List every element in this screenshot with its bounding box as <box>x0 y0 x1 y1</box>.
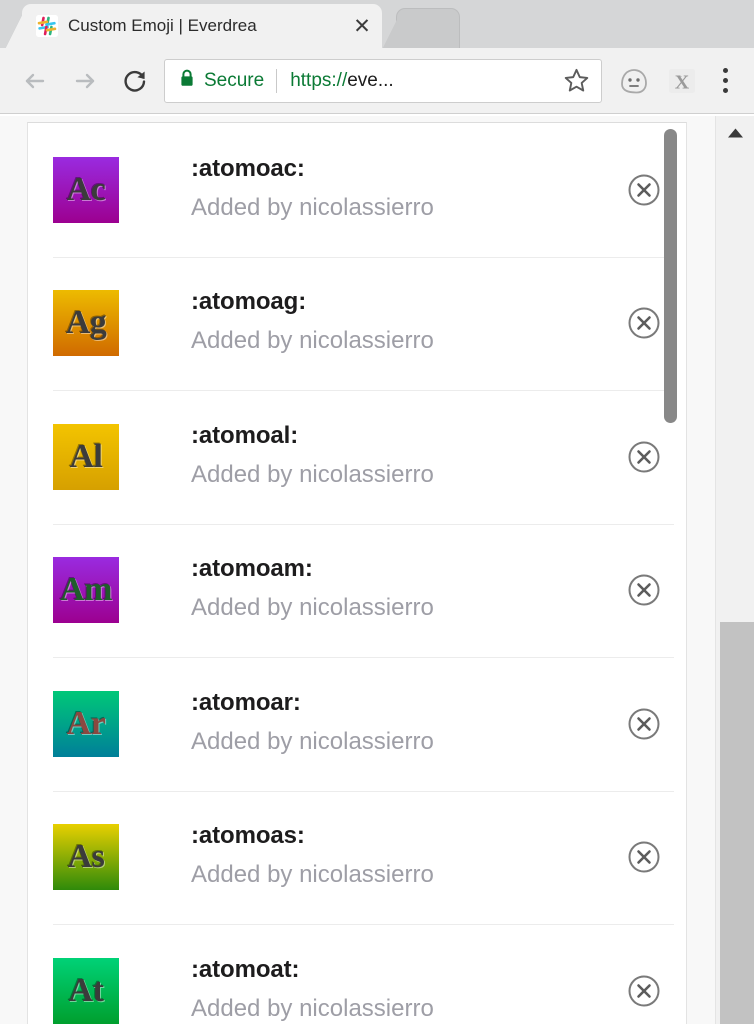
emoji-image: At <box>53 957 119 1024</box>
emoji-details: :atomoam: Added by nicolassierro <box>119 554 622 626</box>
emoji-image: Ag <box>53 290 119 357</box>
lock-icon <box>179 68 195 93</box>
emoji-details: :atomoar: Added by nicolassierro <box>119 688 622 760</box>
url-text: https://eve... <box>290 70 559 92</box>
delete-emoji-button[interactable] <box>622 568 666 612</box>
emoji-name: :atomoar: <box>191 688 301 716</box>
emoji-author: Added by nicolassierro <box>191 861 434 889</box>
emoji-symbol: Ar <box>66 704 106 742</box>
emoji-image: As <box>53 824 119 891</box>
emoji-name: :atomoag: <box>191 288 307 316</box>
modal-scrollbar-thumb[interactable] <box>664 129 677 423</box>
emoji-details: :atomoal: Added by nicolassierro <box>119 421 622 493</box>
emoji-extension-icon[interactable] <box>610 57 658 105</box>
emoji-image: Al <box>53 423 119 490</box>
emoji-row: As :atomoas: Added by nicolassierro <box>28 790 686 925</box>
menu-dot <box>722 88 728 93</box>
emoji-symbol: Am <box>60 571 112 609</box>
emoji-symbol: As <box>67 838 105 876</box>
browser-menu-icon[interactable] <box>706 57 744 105</box>
emoji-author: Added by nicolassierro <box>191 193 434 221</box>
tab-strip: Custom Emoji | Everdrea ✕ <box>0 0 754 48</box>
omnibox-divider <box>276 68 278 93</box>
tab-title: Custom Emoji | Everdrea <box>68 16 257 35</box>
security-status: Secure <box>204 69 265 91</box>
forward-icon[interactable] <box>60 56 110 106</box>
reload-icon[interactable] <box>110 56 160 106</box>
close-icon[interactable]: ✕ <box>348 12 376 40</box>
emoji-name: :atomoam: <box>191 555 313 583</box>
emoji-image: Ac <box>53 156 119 223</box>
bookmark-star-icon[interactable] <box>559 64 593 98</box>
page-scrollbar-thumb[interactable] <box>720 622 754 1024</box>
emoji-row: Al :atomoal: Added by nicolassierro <box>28 390 686 524</box>
delete-emoji-button[interactable] <box>622 969 666 1013</box>
emoji-details: :atomoag: Added by nicolassierro <box>119 287 622 359</box>
emoji-image: Ar <box>53 690 119 757</box>
emoji-symbol: At <box>68 971 104 1009</box>
page-viewport: Ac :atomoac: Added by nicolassierro Ag :atom… <box>0 116 754 1024</box>
emoji-author: Added by nicolassierro <box>191 460 434 488</box>
emoji-name: :atomoac: <box>191 154 305 182</box>
delete-emoji-button[interactable] <box>622 435 666 479</box>
emoji-author: Added by nicolassierro <box>191 594 434 622</box>
emoji-image: Am <box>53 557 119 624</box>
emoji-row: Am :atomoam: Added by nicolassierro <box>28 523 686 658</box>
delete-emoji-button[interactable] <box>622 702 666 746</box>
emoji-name: :atomoal: <box>191 421 299 449</box>
emoji-list: Ac :atomoac: Added by nicolassierro Ag :atom… <box>28 123 686 1024</box>
emoji-details: :atomoas: Added by nicolassierro <box>119 821 622 893</box>
url-rest: eve... <box>347 69 394 91</box>
emoji-details: :atomoac: Added by nicolassierro <box>119 154 622 226</box>
delete-emoji-button[interactable] <box>622 301 666 345</box>
browser-toolbar: Secure https://eve... X <box>0 48 754 114</box>
back-icon[interactable] <box>10 56 60 106</box>
emoji-details: :atomoat: Added by nicolassierro <box>119 955 622 1024</box>
menu-dot <box>722 68 728 73</box>
browser-window: Custom Emoji | Everdrea ✕ Secure https:/… <box>0 0 754 1024</box>
delete-emoji-button[interactable] <box>622 168 666 212</box>
delete-emoji-button[interactable] <box>622 835 666 879</box>
emoji-name: :atomoat: <box>191 955 300 983</box>
emoji-row: Ar :atomoar: Added by nicolassierro <box>28 657 686 791</box>
new-tab-button[interactable] <box>383 8 460 48</box>
emoji-author: Added by nicolassierro <box>191 994 434 1022</box>
slack-favicon <box>36 15 58 37</box>
browser-tab[interactable]: Custom Emoji | Everdrea ✕ <box>22 4 382 48</box>
emoji-row: Ac :atomoac: Added by nicolassierro <box>28 123 686 257</box>
custom-emoji-modal: Ac :atomoac: Added by nicolassierro Ag :atom… <box>27 122 687 1024</box>
emoji-row: At :atomoat: Added by nicolassierro <box>28 924 686 1024</box>
modal-scrollbar[interactable] <box>664 123 677 1024</box>
url-scheme: https:// <box>290 69 348 91</box>
emoji-author: Added by nicolassierro <box>191 727 434 755</box>
emoji-author: Added by nicolassierro <box>191 327 434 355</box>
menu-dot <box>722 78 728 83</box>
address-bar[interactable]: Secure https://eve... <box>164 58 602 103</box>
emoji-name: :atomoas: <box>191 822 305 850</box>
scroll-up-arrow-icon[interactable] <box>716 116 754 149</box>
x-extension-icon[interactable]: X <box>658 57 706 105</box>
emoji-symbol: Al <box>69 437 104 475</box>
emoji-symbol: Ag <box>65 304 107 342</box>
emoji-symbol: Ac <box>66 170 106 208</box>
emoji-row: Ag :atomoag: Added by nicolassierro <box>28 256 686 391</box>
page-scrollbar[interactable] <box>715 116 754 1024</box>
